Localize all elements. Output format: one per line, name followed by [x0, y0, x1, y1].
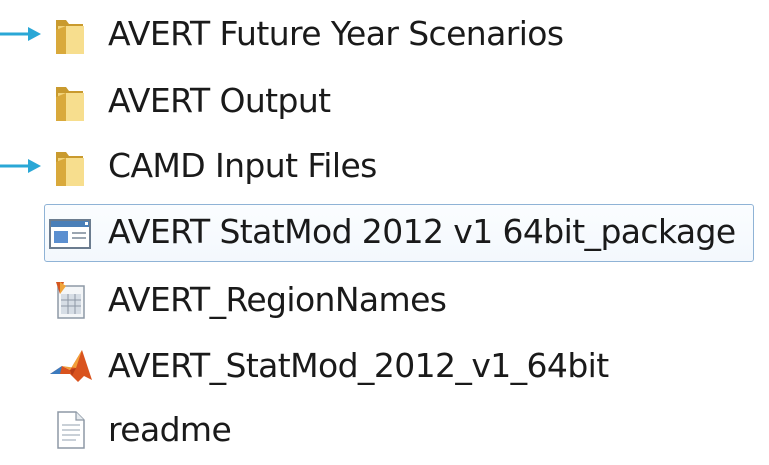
file-item-avert-future-year-scenarios[interactable]: AVERT Future Year Scenarios: [0, 4, 769, 64]
file-item-label: AVERT_StatMod_2012_v1_64bit: [108, 346, 609, 385]
text-file-icon: [57, 411, 85, 449]
matlab-icon: [50, 350, 92, 382]
file-item-avert-output[interactable]: AVERT Output: [0, 71, 769, 131]
file-item-label: AVERT StatMod 2012 v1 64bit_package: [108, 212, 736, 251]
mat-data-file-icon: [56, 282, 85, 319]
file-item-avert-statmod-package[interactable]: AVERT StatMod 2012 v1 64bit_package: [0, 202, 769, 262]
file-item-label: AVERT Output: [108, 81, 331, 120]
folder-icon: [56, 87, 84, 121]
folder-icon: [56, 152, 84, 186]
file-item-label: readme: [108, 410, 232, 449]
application-icon: [49, 219, 91, 249]
file-item-camd-input-files[interactable]: CAMD Input Files: [0, 136, 769, 196]
file-list: AVERT Future Year Scenarios AVERT Output…: [0, 0, 769, 465]
arrow-pointer-icon: [0, 27, 41, 41]
file-item-readme[interactable]: readme: [0, 400, 769, 460]
file-item-label: CAMD Input Files: [108, 146, 377, 185]
file-item-avert-regionnames[interactable]: AVERT_RegionNames: [0, 270, 769, 330]
arrow-pointer-icon: [0, 159, 41, 173]
file-item-avert-statmod-executable[interactable]: AVERT_StatMod_2012_v1_64bit: [0, 336, 769, 396]
file-item-label: AVERT_RegionNames: [108, 280, 447, 319]
folder-icon: [56, 20, 84, 54]
file-item-label: AVERT Future Year Scenarios: [108, 14, 564, 53]
